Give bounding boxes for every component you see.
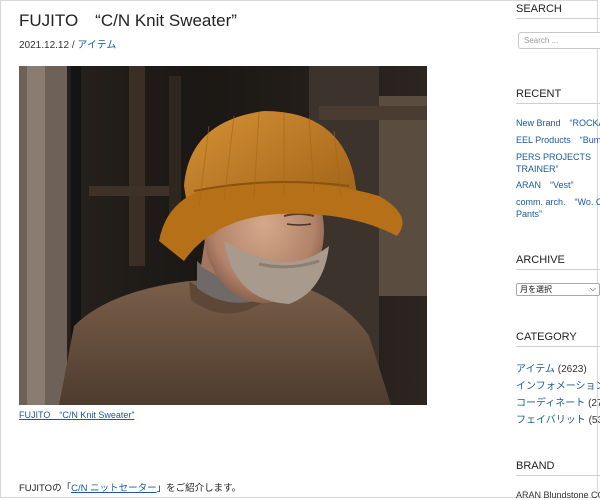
recent-post-link[interactable]: New Brand “ROCKA [516,117,600,129]
post-photo[interactable] [19,66,427,405]
chevron-down-icon: ⌵ [589,284,596,293]
recent-post-link[interactable]: PERS PROJECTS [516,151,600,163]
recent-post-link[interactable]: Pants” [516,208,600,220]
category-count: (532 [588,415,600,426]
recent-title-rule [516,103,600,104]
post-body: FUJITOの「C/N ニットセーター」をご紹介します。 [19,480,241,494]
brand-tag-cloud[interactable]: ARAN Blundstone CO [516,490,600,500]
meta-separator: / [71,40,75,51]
body-product-link[interactable]: C/N ニットセーター [71,483,157,494]
recent-post-link[interactable]: comm. arch. “Wo. C [516,196,600,208]
category-item[interactable]: アイテム (2623) [516,360,587,375]
recent-widget-title: RECENT [516,88,562,100]
post-title[interactable]: FUJITO “C/N Knit Sweater” [19,6,237,31]
brand-widget-title: BRAND [516,460,555,472]
search-widget-title: SEARCH [516,3,562,15]
body-prefix: FUJITOの「 [19,483,72,494]
search-title-rule [516,18,600,19]
post-date: 2021.12.12 [19,40,70,51]
post-category-link[interactable]: アイテム [77,40,116,51]
archive-selected-value: 月を選択 [520,285,552,294]
brand-title-rule [516,475,600,476]
post-meta: 2021.12.12 / アイテム [19,36,116,51]
category-count: (277 [588,398,600,409]
archive-widget-title: ARCHIVE [516,254,565,266]
category-count: (2623) [557,364,587,375]
category-item[interactable]: フェイバリット (532 [516,411,600,426]
category-item[interactable]: コーディネート (277 [516,394,600,409]
category-label: フェイバリット [516,415,586,426]
recent-post-link[interactable]: TRAINER” [516,163,600,175]
portrait-image [19,66,427,405]
body-suffix: 」をご紹介します。 [156,483,242,494]
category-label: アイテム [516,364,555,375]
archive-title-rule [516,269,600,270]
recent-post-link[interactable]: ARAN “Vest” [516,179,600,191]
category-item[interactable]: インフォメーション [516,377,600,392]
category-title-rule [516,346,600,347]
category-label: コーディネート [516,398,586,409]
recent-post-link[interactable]: EEL Products “Bum [516,134,600,146]
category-widget-title: CATEGORY [516,331,577,343]
archive-month-select[interactable]: 月を選択 ⌵ [516,283,600,296]
category-label: インフォメーション [516,381,600,392]
photo-caption-link[interactable]: FUJITO “C/N Knit Sweater” [19,408,134,421]
search-input[interactable]: Search ... [518,32,600,49]
